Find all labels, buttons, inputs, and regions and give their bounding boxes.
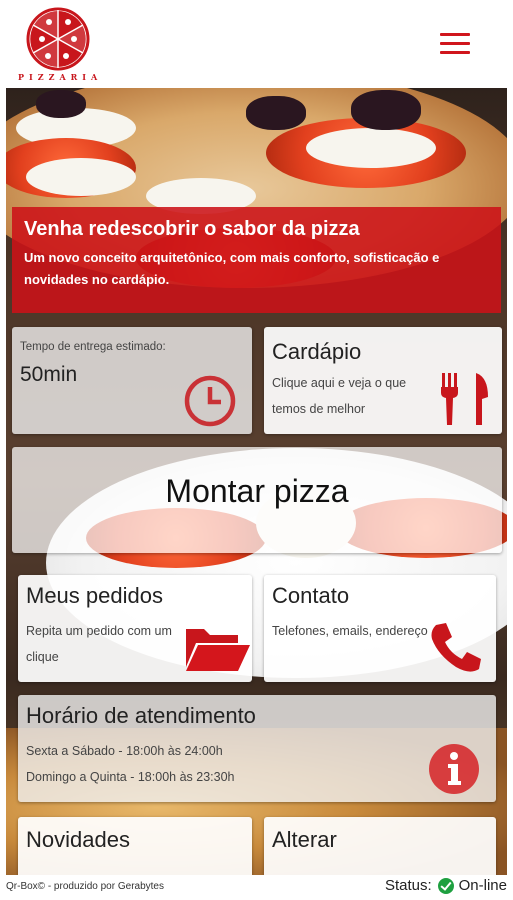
novidades-title: Novidades: [26, 827, 130, 852]
hamburger-menu-icon[interactable]: [440, 33, 474, 59]
montar-pizza-button[interactable]: Montar pizza: [12, 447, 502, 553]
logo-wordmark: PIZZARIA: [18, 72, 103, 82]
novidades-card[interactable]: Novidades: [18, 817, 252, 875]
info-icon: [428, 743, 480, 799]
horario-line2: Domingo a Quinta - 18:00h às 23:30h: [26, 770, 235, 784]
app-header: PIZZARIA: [0, 0, 513, 88]
cutlery-icon: [438, 371, 492, 431]
delivery-time-label: Tempo de entrega estimado:: [20, 341, 166, 353]
horario-title: Horário de atendimento: [26, 703, 256, 728]
cardapio-text-line2: temos de melhor: [272, 402, 366, 416]
cardapio-title: Cardápio: [272, 339, 362, 364]
meus-pedidos-text-line2: clique: [26, 650, 59, 664]
horario-card[interactable]: Horário de atendimento Sexta a Sábado - …: [18, 695, 496, 802]
status-value: On-line: [458, 877, 507, 894]
app-footer: Qr-Box© - produzido por Gerabytes Status…: [0, 875, 513, 900]
horario-line1: Sexta a Sábado - 18:00h às 24:00h: [26, 744, 223, 758]
contato-text-line1: Telefones, emails, endereço: [272, 624, 428, 638]
pizzaria-logo[interactable]: PIZZARIA: [18, 6, 98, 84]
status-indicator: Status: On-line: [385, 877, 507, 894]
hero-title: Venha redescobrir o sabor da pizza: [24, 218, 360, 240]
folder-icon: [182, 623, 252, 677]
check-circle-icon: [437, 877, 454, 894]
montar-pizza-label: Montar pizza: [165, 473, 349, 509]
meus-pedidos-card[interactable]: Meus pedidos Repita um pedido com um cli…: [18, 575, 252, 682]
alterar-card[interactable]: Alterar: [264, 817, 496, 875]
phone-icon: [426, 619, 486, 679]
hero-subtitle: Um novo conceito arquitetônico, com mais…: [24, 247, 489, 291]
contato-title: Contato: [272, 583, 350, 608]
clock-icon: [184, 375, 236, 431]
alterar-title: Alterar: [272, 827, 337, 852]
status-label: Status:: [384, 877, 432, 894]
meus-pedidos-text-line1: Repita um pedido com um: [26, 624, 172, 638]
hero-subtitle-line1: Um novo conceito arquitetônico, com mais…: [24, 250, 440, 265]
delivery-time-value: 50min: [20, 363, 78, 386]
pizza-logo-icon: [26, 7, 90, 71]
hero-subtitle-line2: novidades no cardápio.: [24, 272, 170, 287]
contato-card[interactable]: Contato Telefones, emails, endereço: [264, 575, 496, 682]
credit-text[interactable]: Qr-Box© - produzido por Gerabytes: [6, 881, 164, 892]
meus-pedidos-title: Meus pedidos: [26, 583, 163, 608]
cardapio-text-line1: Clique aqui e veja o que: [272, 376, 407, 390]
hero-banner: Venha redescobrir o sabor da pizza Um no…: [12, 207, 501, 313]
cardapio-card[interactable]: Cardápio Clique aqui e veja o que temos …: [264, 327, 502, 434]
delivery-time-card[interactable]: Tempo de entrega estimado: 50min: [12, 327, 252, 434]
